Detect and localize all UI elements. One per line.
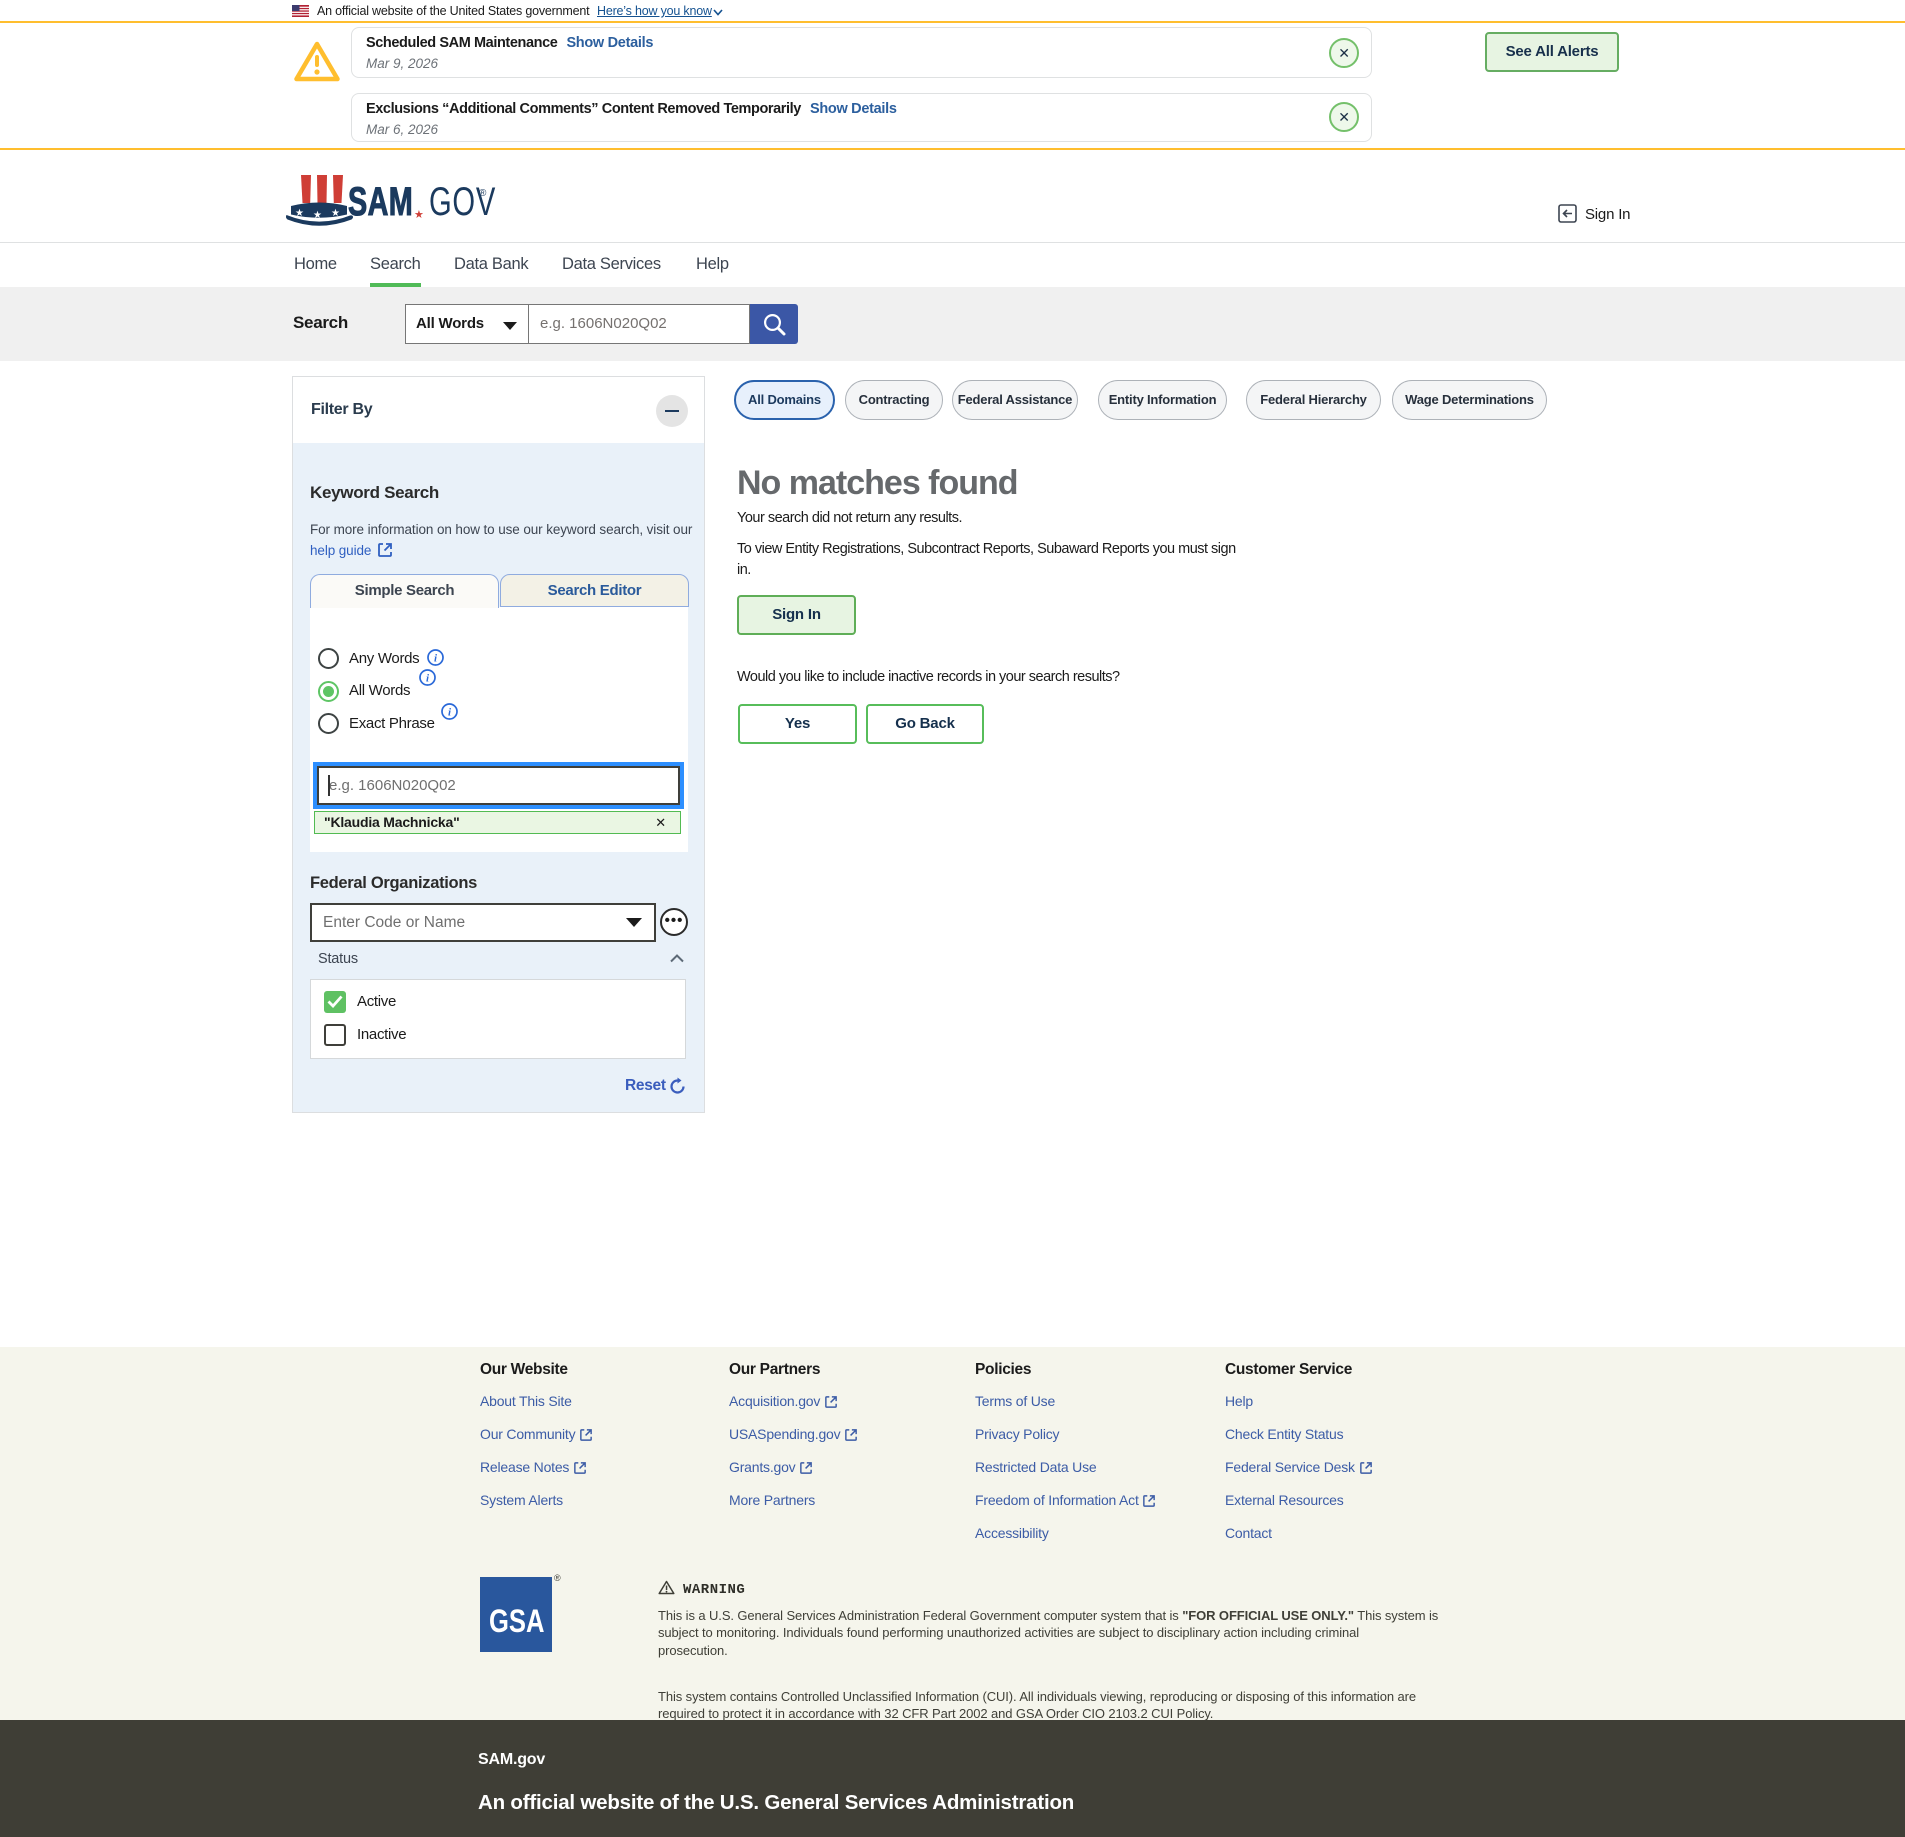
svg-text:GOV: GOV (429, 180, 496, 225)
svg-text:i: i (448, 707, 452, 719)
svg-text:SAM: SAM (348, 179, 413, 224)
svg-text:i: i (434, 653, 438, 665)
svg-text:★: ★ (414, 209, 424, 221)
svg-text:i: i (426, 673, 430, 685)
svg-text:★: ★ (313, 210, 322, 221)
svg-text:★: ★ (295, 208, 304, 219)
svg-text:★: ★ (331, 208, 340, 219)
svg-text:®: ® (479, 188, 487, 199)
